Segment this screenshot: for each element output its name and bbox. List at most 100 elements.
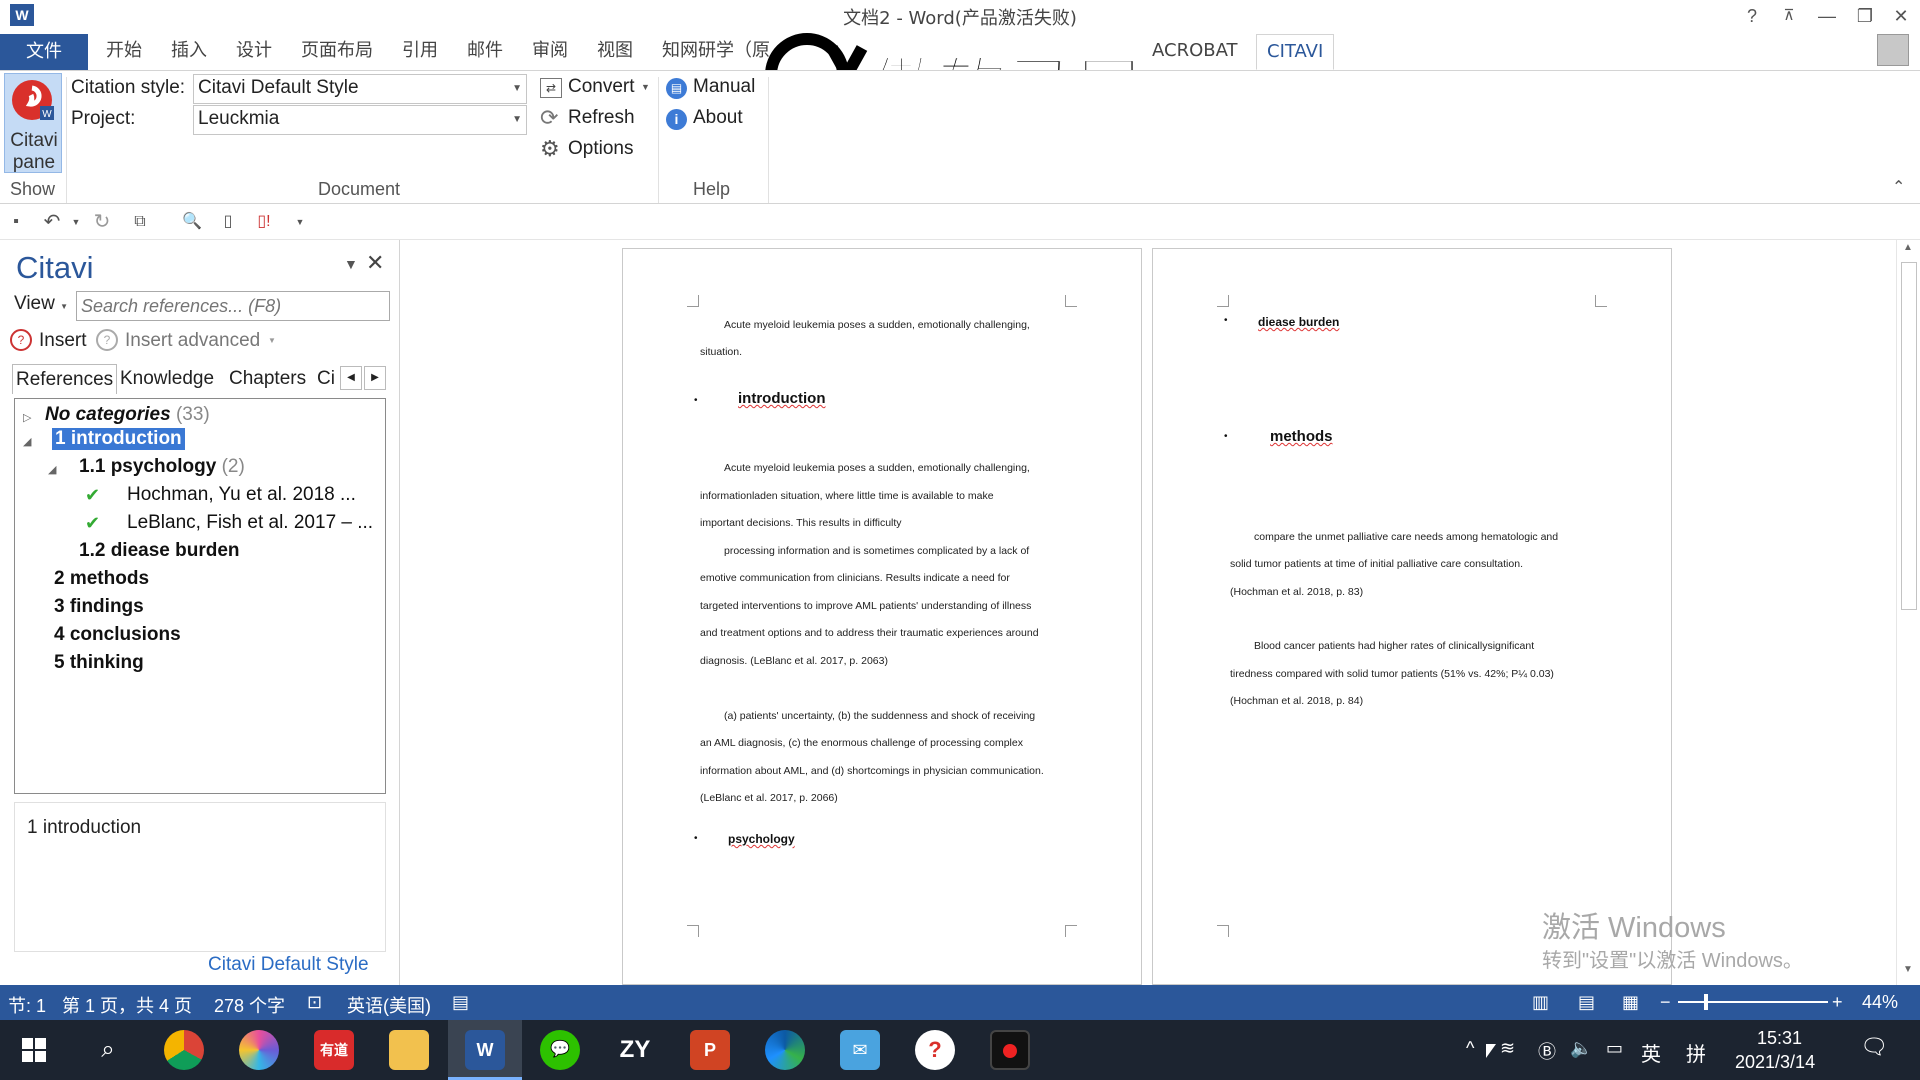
- new-document-icon[interactable]: ▯: [218, 212, 238, 232]
- tree-item-psychology[interactable]: 1.1 psychology (2): [79, 456, 245, 478]
- view-menu[interactable]: View ▼: [14, 293, 68, 315]
- pane-menu-icon[interactable]: ▼: [344, 256, 358, 272]
- document-page-2[interactable]: • diease burden • methods compare the un…: [1152, 248, 1672, 985]
- zoom-level[interactable]: 44%: [1862, 992, 1898, 1013]
- tab-acrobat[interactable]: ACROBAT: [1152, 38, 1238, 64]
- expand-icon[interactable]: ▷: [23, 411, 31, 424]
- youdao-icon[interactable]: 有道: [314, 1030, 354, 1070]
- volume-icon[interactable]: 🔈: [1570, 1038, 1592, 1059]
- collapse-ribbon-icon[interactable]: ⌃: [1892, 177, 1905, 197]
- close-icon[interactable]: ✕: [366, 250, 384, 276]
- tree-item-methods[interactable]: 2 methods: [54, 568, 149, 590]
- citation-style-select[interactable]: Citavi Default Style ▼: [193, 74, 527, 104]
- close-button[interactable]: ✕: [1884, 2, 1918, 30]
- edge-icon[interactable]: [765, 1030, 805, 1070]
- collapse-icon[interactable]: ◢: [23, 435, 31, 448]
- undo-dropdown-icon[interactable]: ▼: [66, 212, 86, 232]
- scroll-thumb[interactable]: [1901, 262, 1917, 610]
- tab-ci[interactable]: Ci: [314, 364, 340, 394]
- clock-date[interactable]: 2021/3/14: [1735, 1052, 1815, 1073]
- redo-icon[interactable]: ↻: [92, 212, 112, 232]
- tab-scroll-right-icon[interactable]: ▶: [364, 366, 386, 390]
- tab-chapters[interactable]: Chapters: [226, 364, 309, 394]
- browser-icon[interactable]: [239, 1030, 279, 1070]
- tree-item-thinking[interactable]: 5 thinking: [54, 652, 144, 674]
- save-icon[interactable]: ▪: [6, 212, 26, 232]
- zoom-in-icon[interactable]: +: [1832, 992, 1843, 1013]
- print-preview-icon[interactable]: 🔍: [182, 212, 202, 232]
- activate-windows-subtitle: 转到"设置"以激活 Windows。: [1542, 950, 1803, 972]
- tab-design[interactable]: 设计: [236, 38, 272, 64]
- tree-item-diease-burden[interactable]: 1.2 diease burden: [79, 540, 240, 562]
- wechat-icon[interactable]: 💬: [540, 1030, 580, 1070]
- section-indicator[interactable]: 节: 1: [8, 992, 46, 1018]
- citavi-pane-button[interactable]: W Citavi pane: [4, 73, 62, 173]
- search-icon[interactable]: ⌕: [88, 1030, 128, 1070]
- tab-home[interactable]: 开始: [106, 38, 142, 64]
- tab-file[interactable]: 文件: [0, 34, 88, 70]
- word-icon[interactable]: W: [465, 1030, 505, 1070]
- macro-icon[interactable]: ▤: [452, 992, 469, 1013]
- search-input[interactable]: [76, 291, 390, 321]
- zoom-slider-thumb[interactable]: [1704, 994, 1708, 1010]
- help-button[interactable]: ?: [1735, 2, 1769, 30]
- tab-insert[interactable]: 插入: [171, 38, 207, 64]
- ribbon-display-options-icon[interactable]: ⊼: [1772, 2, 1806, 30]
- account-avatar[interactable]: [1877, 34, 1909, 66]
- tree-item-findings[interactable]: 3 findings: [54, 596, 144, 618]
- scroll-down-icon[interactable]: ▼: [1903, 964, 1913, 975]
- citation-style-link[interactable]: Citavi Default Style: [208, 954, 369, 976]
- tab-layout[interactable]: 页面布局: [301, 38, 373, 64]
- notifications-icon[interactable]: 🗨: [1860, 1034, 1888, 1060]
- tab-references[interactable]: 引用: [402, 38, 438, 64]
- print-layout-icon[interactable]: ▤: [1578, 992, 1595, 1013]
- web-layout-icon[interactable]: ▦: [1622, 992, 1639, 1013]
- zoom-out-icon[interactable]: −: [1660, 992, 1671, 1013]
- format-painter-icon[interactable]: ⧉: [130, 212, 150, 232]
- vertical-scrollbar[interactable]: ▲ ▼: [1896, 240, 1920, 985]
- zoom-slider[interactable]: [1678, 1001, 1828, 1003]
- minimize-button[interactable]: —: [1810, 2, 1844, 30]
- tree-item-reference[interactable]: LeBlanc, Fish et al. 2017 – ...: [127, 512, 373, 534]
- tree-item-reference[interactable]: Hochman, Yu et al. 2018 ...: [127, 484, 356, 506]
- clock-time[interactable]: 15:31: [1757, 1028, 1802, 1049]
- powerpoint-icon[interactable]: P: [690, 1030, 730, 1070]
- citavi-taskbar-icon[interactable]: ?: [915, 1030, 955, 1070]
- tab-review[interactable]: 审阅: [532, 38, 568, 64]
- tree-item-no-categories[interactable]: No categories (33): [45, 404, 210, 426]
- tray-overflow-icon[interactable]: ^: [1466, 1038, 1474, 1059]
- ime-language[interactable]: 英: [1641, 1038, 1661, 1067]
- collapse-icon[interactable]: ◢: [48, 463, 56, 476]
- tab-view[interactable]: 视图: [597, 38, 633, 64]
- file-explorer-icon[interactable]: [389, 1030, 429, 1070]
- tab-scroll-left-icon[interactable]: ◀: [340, 366, 362, 390]
- proofing-icon[interactable]: ⊡: [307, 992, 322, 1013]
- tree-item-introduction[interactable]: 1 introduction: [52, 428, 185, 450]
- scroll-up-icon[interactable]: ▲: [1903, 242, 1913, 253]
- page-indicator[interactable]: 第 1 页，共 4 页: [62, 992, 192, 1018]
- customize-qat-icon[interactable]: ▼: [290, 212, 310, 232]
- ime-mode[interactable]: 拼: [1686, 1038, 1706, 1067]
- document-check-icon[interactable]: ▯!: [254, 212, 274, 232]
- bluetooth-icon[interactable]: Ⓑ: [1538, 1038, 1556, 1064]
- tab-citavi[interactable]: CITAVI: [1256, 34, 1335, 70]
- project-select[interactable]: Leuckmia ▼: [193, 105, 527, 135]
- restore-button[interactable]: ❐: [1848, 2, 1882, 30]
- word-count[interactable]: 278 个字: [214, 992, 285, 1018]
- category-tree[interactable]: ▷ No categories (33) ◢ 1 introduction ◢ …: [14, 398, 386, 794]
- read-mode-icon[interactable]: ▥: [1532, 992, 1549, 1013]
- battery-icon[interactable]: ▭: [1606, 1038, 1623, 1059]
- mail-icon[interactable]: ✉: [840, 1030, 880, 1070]
- language-indicator[interactable]: 英语(美国): [347, 992, 431, 1018]
- tab-references[interactable]: References: [12, 364, 118, 394]
- zy-icon[interactable]: ZY: [615, 1030, 655, 1070]
- chrome-icon[interactable]: [164, 1030, 204, 1070]
- undo-icon[interactable]: ↶: [42, 212, 62, 232]
- tree-item-conclusions[interactable]: 4 conclusions: [54, 624, 181, 646]
- network-icon[interactable]: ≋: [1500, 1038, 1515, 1059]
- start-button[interactable]: [22, 1038, 46, 1062]
- tab-knowledge[interactable]: Knowledge: [117, 364, 217, 394]
- document-page-1[interactable]: Acute myeloid leukemia poses a sudden, e…: [622, 248, 1142, 985]
- screen-recorder-icon[interactable]: [990, 1030, 1030, 1070]
- tab-mailings[interactable]: 邮件: [467, 38, 503, 64]
